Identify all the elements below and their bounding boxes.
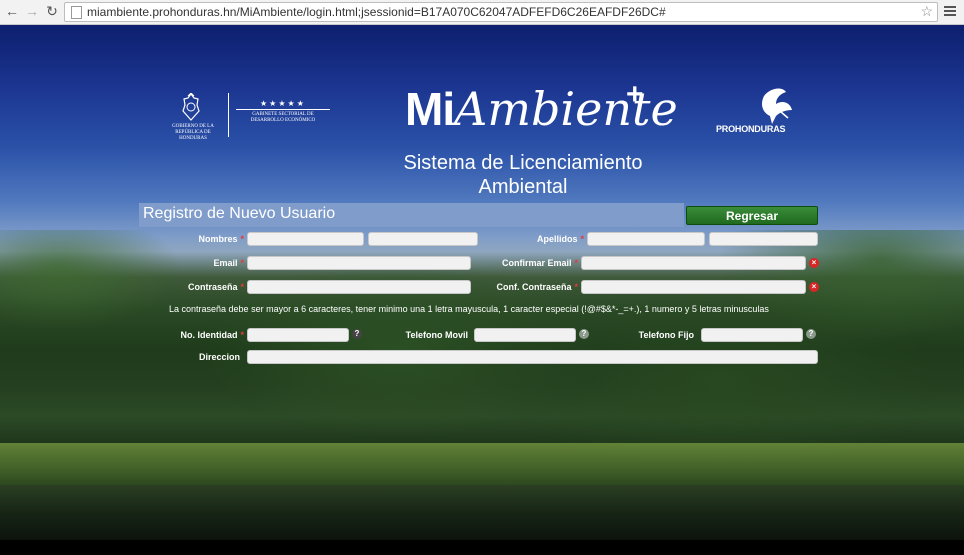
email-label: Email *	[213, 258, 244, 268]
conf-contrasena-input[interactable]	[581, 280, 806, 294]
identidad-help-icon[interactable]: ?	[352, 329, 362, 339]
reload-icon[interactable]: ↻	[44, 3, 60, 19]
telefono-fijo-help-icon[interactable]: ?	[806, 329, 816, 339]
form-title-bar: Registro de Nuevo Usuario	[139, 203, 684, 227]
confirmar-email-input[interactable]	[581, 256, 806, 270]
browser-toolbar: ← → ↻ miambiente.prohonduras.hn/MiAmbien…	[0, 0, 964, 25]
brand-mi: Mi	[405, 83, 455, 135]
miambiente-logo: MiAmbiente +	[405, 78, 678, 142]
identidad-input[interactable]	[247, 328, 349, 342]
direccion-input[interactable]	[247, 350, 818, 364]
page-subtitle: Sistema de Licenciamiento Ambiental	[384, 151, 662, 199]
apellidos-input-2[interactable]	[709, 232, 818, 246]
address-bar[interactable]: miambiente.prohonduras.hn/MiAmbiente/log…	[64, 2, 938, 22]
password-error-icon: ×	[809, 282, 819, 292]
gov-divider	[228, 93, 229, 137]
email-input[interactable]	[247, 256, 471, 270]
apellidos-label: Apellidos *	[536, 234, 584, 244]
river-background	[0, 485, 964, 540]
email-error-icon: ×	[809, 258, 819, 268]
regresar-button[interactable]: Regresar	[686, 206, 818, 225]
gov-line	[236, 109, 330, 110]
menu-icon[interactable]	[944, 4, 956, 18]
contrasena-input[interactable]	[247, 280, 471, 294]
brand-plus: +	[626, 78, 644, 111]
url-text: miambiente.prohonduras.hn/MiAmbiente/log…	[87, 5, 666, 19]
conf-contrasena-label: Conf. Contraseña *	[496, 282, 578, 292]
telefono-fijo-input[interactable]	[701, 328, 803, 342]
stars-icon: ★★★★★	[260, 99, 306, 108]
nombres-label: Nombres *	[198, 234, 244, 244]
forward-arrow-icon[interactable]: →	[24, 3, 40, 19]
riverbank-background	[0, 443, 964, 488]
telefono-movil-label: Telefono Movil	[405, 330, 468, 340]
telefono-movil-help-icon[interactable]: ?	[579, 329, 589, 339]
bottom-bar	[0, 540, 964, 555]
form-title: Registro de Nuevo Usuario	[143, 205, 336, 222]
prohonduras-text: PROHONDURAS	[716, 124, 786, 134]
telefono-fijo-label: Telefono Fijo	[638, 330, 694, 340]
prohonduras-logo: PROHONDURAS	[716, 86, 800, 136]
butterfly-icon	[762, 88, 792, 124]
direccion-label: Direccion	[198, 352, 240, 362]
identidad-label: No. Identidad *	[180, 330, 244, 340]
apellidos-input-1[interactable]	[587, 232, 705, 246]
gov-logo: GOBIERNO DE LA REPÚBLICA DE HONDURAS ★★★…	[162, 93, 332, 141]
nombres-input-1[interactable]	[247, 232, 364, 246]
nombres-input-2[interactable]	[368, 232, 478, 246]
password-hint: La contraseña debe ser mayor a 6 caracte…	[169, 304, 769, 314]
back-arrow-icon[interactable]: ←	[4, 3, 20, 19]
confirmar-email-label: Confirmar Email *	[501, 258, 578, 268]
subtitle-line-2: Ambiental	[478, 176, 568, 198]
brand-ambiente: Ambiente	[454, 82, 678, 136]
gov-name-text: GOBIERNO DE LA REPÚBLICA DE HONDURAS	[172, 124, 214, 141]
gov-cabinet-text: GABINETE SECTORIAL DE DESARROLLO ECONÓMI…	[250, 112, 316, 123]
page-icon	[71, 6, 82, 19]
telefono-movil-input[interactable]	[474, 328, 576, 342]
contrasena-label: Contraseña *	[187, 282, 244, 292]
subtitle-line-1: Sistema de Licenciamiento	[403, 152, 643, 174]
bookmark-star-icon[interactable]: ☆	[920, 3, 933, 20]
coat-of-arms-icon	[182, 93, 200, 121]
